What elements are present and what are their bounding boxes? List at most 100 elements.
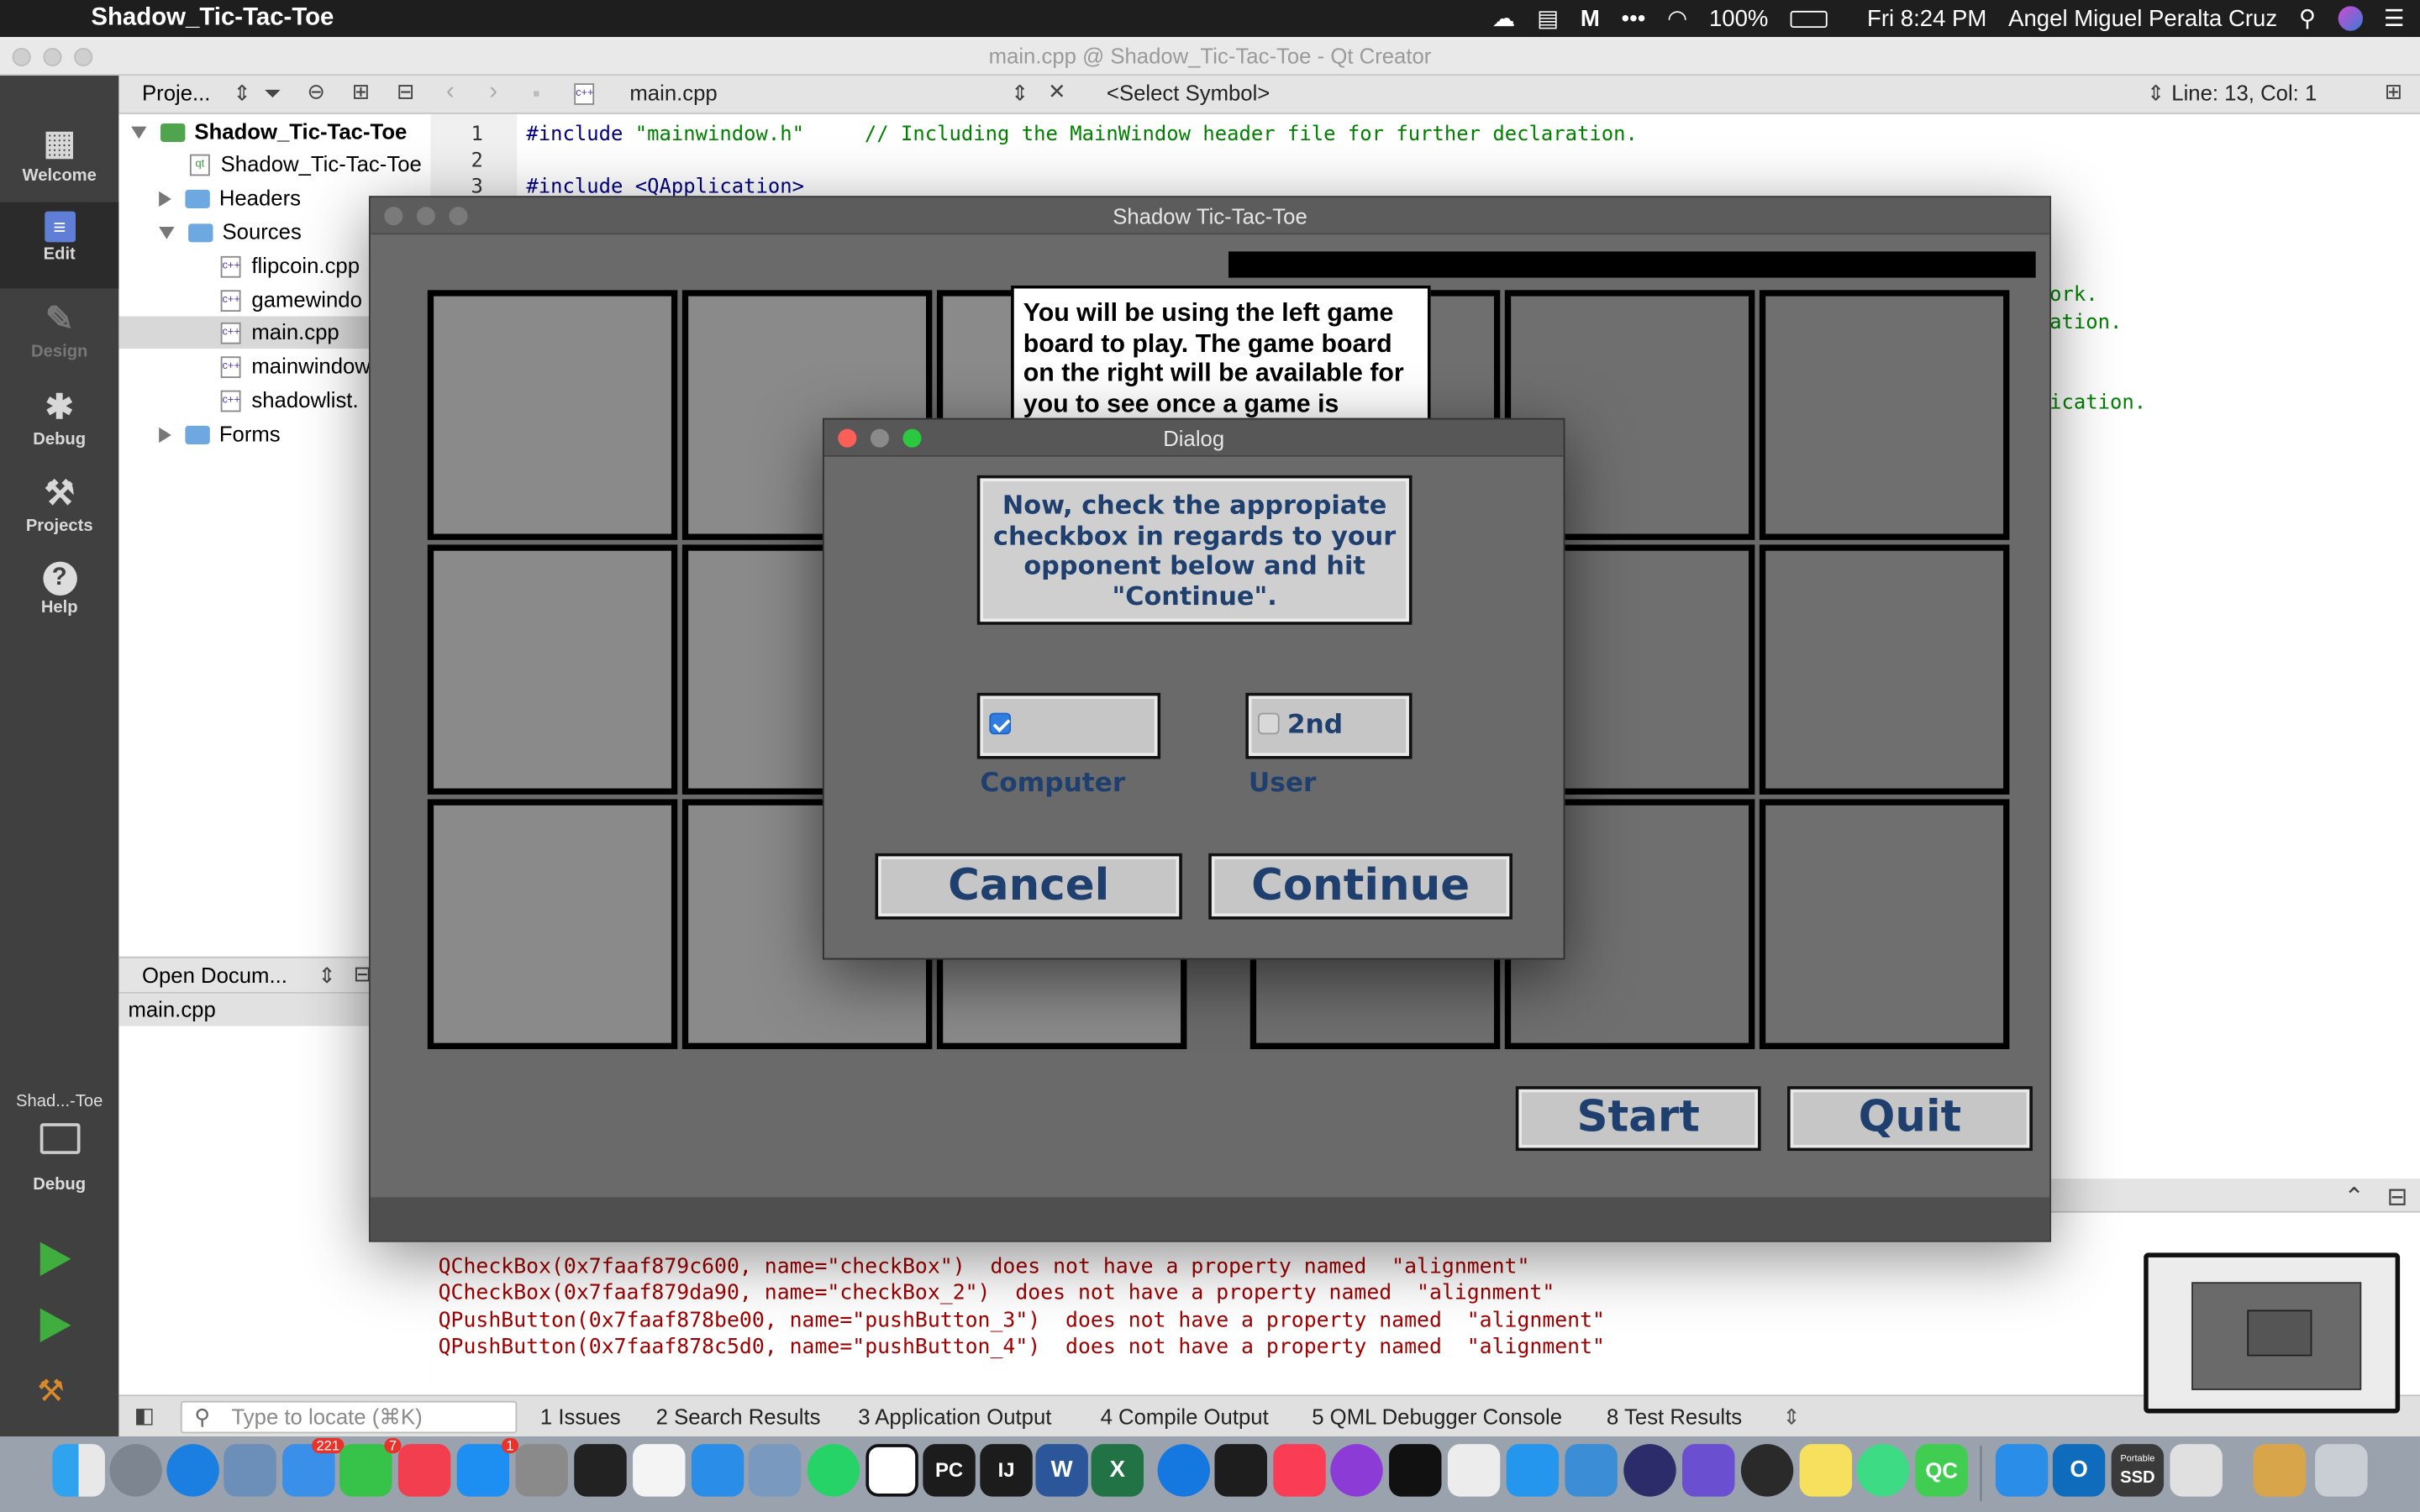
network-icon[interactable] [1565,1444,1618,1497]
forward-icon[interactable]: › [489,79,497,107]
malwarebytes-icon[interactable]: M [1581,5,1600,31]
pycharm-icon[interactable]: PC [923,1444,976,1497]
system-preferences-icon[interactable] [515,1444,568,1497]
word-icon[interactable]: W [1035,1444,1088,1497]
computer-checkbox[interactable]: Computer [976,692,1161,799]
whatsapp-icon[interactable] [807,1444,860,1497]
expand-arrow-icon[interactable] [159,227,175,240]
navigator-selector[interactable]: Proje... [142,81,210,105]
clock[interactable]: Fri 8:24 PM [1867,5,1986,31]
launchpad-icon[interactable] [109,1444,162,1497]
hand-cursor-icon[interactable] [1447,1444,1501,1497]
xcode-icon[interactable] [691,1444,744,1497]
checkbox-checked-icon[interactable] [989,712,1012,735]
preview-icon[interactable] [748,1444,802,1497]
open-documents-selector[interactable]: Open Docum... [142,963,287,987]
outlook-icon[interactable]: O [2052,1444,2106,1497]
close-window-button[interactable] [384,207,403,226]
symbol-selector[interactable]: <Select Symbol> [1107,81,1270,105]
safari-icon[interactable] [166,1444,219,1497]
close-split-icon[interactable]: ⊟ [397,79,415,105]
close-window-button[interactable] [12,47,31,66]
mode-edit[interactable]: ≡ Edit [0,202,119,289]
tree-file[interactable]: c++ gamewindo [220,284,362,317]
activity-monitor-icon[interactable] [1214,1444,1267,1497]
close-pane-icon[interactable]: ⊟ [2387,1182,2408,1213]
zoom-window-button[interactable] [74,47,93,66]
more-icon[interactable]: ••• [1622,5,1646,31]
continue-button[interactable]: Continue [1208,853,1512,920]
zoom-dialog-button[interactable] [902,428,922,448]
minimize-dialog-button[interactable] [870,428,889,448]
minimize-window-button[interactable] [416,207,435,226]
downloads-icon[interactable] [2253,1444,2307,1497]
siri-icon[interactable] [2337,6,2363,31]
close-dialog-button[interactable] [838,428,857,448]
mode-debug[interactable]: ✱ Debug [0,378,118,465]
left-board-cell[interactable] [427,799,678,1049]
mode-help[interactable]: ? Help [0,553,118,639]
cancel-button[interactable]: Cancel [875,853,1182,920]
atom-icon[interactable] [1740,1444,1794,1497]
tree-project[interactable]: Shadow_Tic-Tac-Toe [131,116,407,149]
expand-arrow-icon[interactable] [131,127,147,139]
checkbox-unchecked-icon[interactable] [1257,712,1280,735]
debug-run-icon[interactable] [39,1308,71,1342]
menubar-app-name[interactable]: Shadow_Tic-Tac-Toe [91,5,334,33]
portable-ssd-icon[interactable]: Portable SSD [2111,1444,2165,1497]
tree-sources[interactable]: Sources [159,216,302,249]
toggle-sidebar-icon[interactable]: ◧ [134,1403,155,1429]
photos-folder-icon[interactable] [224,1444,276,1497]
second-user-checkbox[interactable]: 2nd User [1245,692,1413,799]
tree-file[interactable]: c++ shadowlist. [220,384,359,417]
run-icon[interactable] [39,1242,71,1276]
close-document-icon[interactable]: ✕ [1048,79,1066,105]
split-icon[interactable]: ⊞ [352,79,371,105]
tab-qml-debugger-console[interactable]: 5 QML Debugger Console [1312,1404,1562,1428]
docker-app-icon[interactable] [1506,1444,1560,1497]
bbedit-icon[interactable] [1682,1444,1735,1497]
intellij-icon[interactable]: IJ [980,1444,1033,1497]
facetime-icon[interactable]: 7 [339,1437,402,1497]
docker-icon[interactable]: ▤ [1537,5,1559,33]
zoom-window-button[interactable] [449,207,468,226]
tree-file[interactable]: c++ flipcoin.cpp [220,250,360,283]
app-store-icon[interactable]: 1 [456,1437,519,1497]
excel-icon[interactable]: X [1091,1444,1144,1497]
textedit-icon[interactable] [633,1444,686,1497]
kit-selector[interactable]: Shad...-Toe Debug [0,1080,118,1219]
onedrive-icon[interactable] [1157,1444,1210,1497]
left-board-cell[interactable] [427,544,678,795]
wifi-icon[interactable]: ◠ [1667,5,1687,33]
mode-design[interactable]: ✎ Design [0,290,118,376]
tab-issues[interactable]: 1 Issues [540,1404,621,1428]
tree-headers[interactable]: Headers [159,182,301,215]
android-studio-icon[interactable] [1856,1444,1910,1497]
tree-pro-file[interactable]: qt Shadow_Tic-Tac-Toe [189,148,422,181]
news-icon[interactable] [397,1444,451,1497]
eclipse-icon[interactable] [1623,1444,1676,1497]
link-icon[interactable]: ⊖ [308,79,326,105]
spotlight-icon[interactable]: ⚲ [2299,5,2316,33]
mode-welcome[interactable]: ▦ Welcome [0,114,118,201]
quit-button[interactable]: Quit [1786,1086,2033,1152]
tab-compile-output[interactable]: 4 Compile Output [1101,1404,1269,1428]
finder-icon[interactable] [52,1444,105,1497]
user-name[interactable]: Angel Miguel Peralta Cruz [2008,5,2277,31]
tab-search-results[interactable]: 2 Search Results [656,1404,821,1428]
mail-icon[interactable]: 221 [282,1437,345,1497]
battery-percent[interactable]: 100% [1709,5,1768,31]
collapse-arrow-icon[interactable] [159,428,171,444]
xcode-folder-icon[interactable] [1995,1444,2049,1497]
minimize-window-button[interactable] [43,47,62,66]
notification-center-icon[interactable]: ☰ [2384,5,2405,33]
left-board-cell[interactable] [427,290,678,540]
hammer-icon[interactable]: ⚒ [37,1372,77,1409]
tree-file[interactable]: c++ mainwindow [220,350,371,383]
apple-tv-icon[interactable] [1389,1444,1442,1497]
cursor-position[interactable]: Line: 13, Col: 1 [2171,81,2317,105]
terminal-icon[interactable] [574,1444,627,1497]
screenshot-thumbnail[interactable] [2144,1252,2401,1414]
trash-icon[interactable] [2315,1444,2368,1497]
document-stack-icon[interactable] [2170,1444,2223,1497]
